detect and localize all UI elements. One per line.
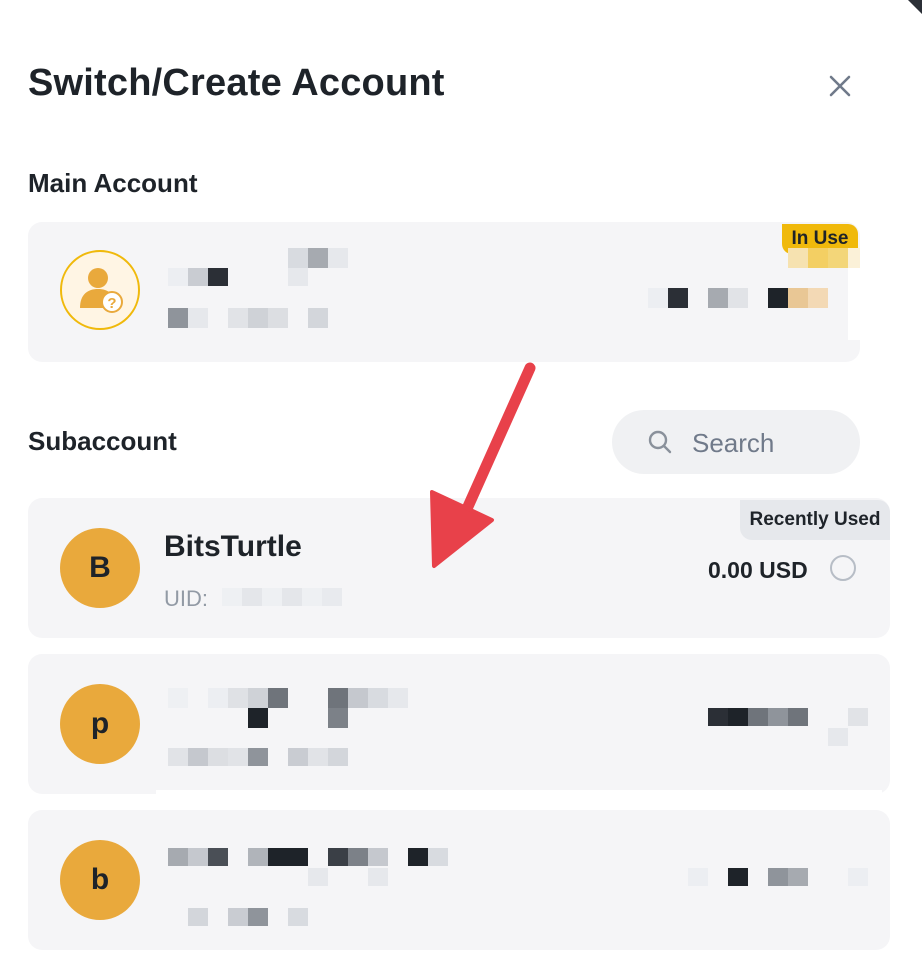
subaccount-balance: 0.00 USD	[708, 557, 808, 583]
subaccount-uid-label: UID:	[164, 586, 208, 611]
search-input[interactable]: Search	[612, 410, 860, 474]
close-button[interactable]	[822, 68, 858, 104]
subaccount-label: Subaccount	[28, 426, 177, 456]
svg-text:?: ?	[107, 295, 116, 312]
list-item[interactable]	[28, 810, 890, 950]
recently-used-badge: Recently Used	[740, 500, 890, 540]
window-corner	[908, 0, 922, 14]
subaccount-name: BitsTurtle	[164, 530, 302, 563]
avatar: p	[60, 684, 140, 764]
list-item[interactable]	[28, 654, 890, 794]
in-use-badge: In Use	[782, 224, 858, 254]
user-question-avatar-icon: ?	[80, 268, 123, 313]
select-radio[interactable]	[830, 555, 856, 581]
search-placeholder: Search	[692, 428, 775, 458]
avatar: ?	[60, 250, 140, 330]
close-icon	[829, 75, 851, 97]
avatar: b	[60, 840, 140, 920]
avatar: B	[60, 528, 140, 608]
search-icon	[648, 430, 672, 454]
dialog-title: Switch/Create Account	[28, 62, 445, 104]
main-account-card[interactable]	[28, 222, 860, 362]
main-account-label: Main Account	[28, 168, 198, 198]
